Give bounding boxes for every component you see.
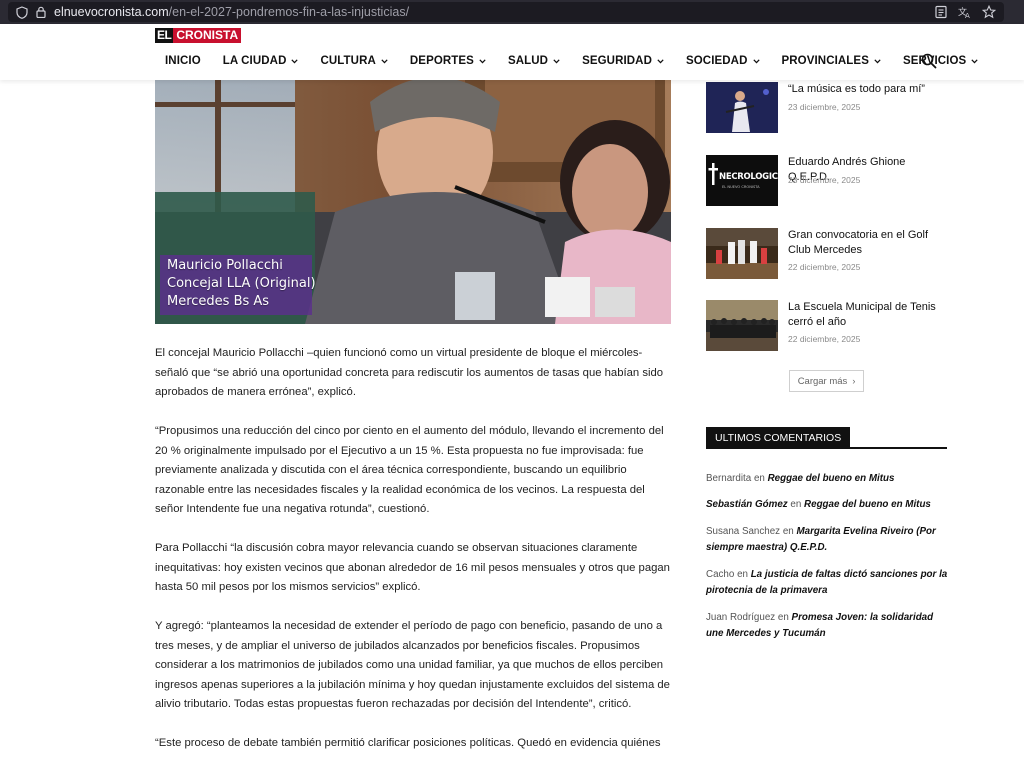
logo-prefix: EL — [155, 28, 174, 43]
comment-separator: en — [790, 499, 802, 510]
post-date: 23 diciembre, 2025 — [788, 102, 861, 112]
post-date: 23 diciembre, 2025 — [788, 175, 861, 185]
logo-main: CRONISTA — [173, 28, 242, 43]
hero-caption-line: Mauricio Pollacchi — [167, 258, 283, 273]
nav-item-label: SEGURIDAD — [582, 55, 652, 67]
article-paragraph: “Este proceso de debate también permitió… — [155, 737, 661, 749]
lock-icon[interactable] — [36, 6, 46, 18]
post-date: 22 diciembre, 2025 — [788, 262, 861, 272]
nav-item-deportes[interactable]: DEPORTES — [410, 55, 486, 67]
bookmark-star-icon[interactable] — [982, 5, 996, 19]
nav-item-label: CULTURA — [320, 55, 376, 67]
url-domain: elnuevocronista.com — [54, 5, 169, 19]
url-text: elnuevocronista.com/en-el-2027-pondremos… — [54, 5, 409, 19]
thumb-subcaption: EL NUEVO CRONISTA — [722, 185, 760, 189]
comment-item: Bernardita en Reggae del bueno en Mitus — [706, 471, 948, 487]
nav-item-salud[interactable]: SALUD — [508, 55, 560, 67]
nav-item-seguridad[interactable]: SEGURIDAD — [582, 55, 664, 67]
nav-item-sociedad[interactable]: SOCIEDAD — [686, 55, 760, 67]
nav-item-cultura[interactable]: CULTURA — [320, 55, 388, 67]
comment-item: Cacho en La justicia de faltas dictó san… — [706, 567, 948, 598]
comment-author: Juan Rodríguez — [706, 612, 776, 623]
post-title[interactable]: “La música es todo para mí” — [788, 82, 948, 97]
url-path: /en-el-2027-pondremos-fin-a-las-injustic… — [168, 5, 410, 19]
nav-item-label: SALUD — [507, 55, 549, 67]
comment-separator: en — [777, 612, 789, 623]
article-paragraph: “Propusimos una reducción del cinco por … — [155, 425, 664, 515]
post-thumbnail[interactable]: NECROLOGICAS EL NUEVO CRONISTA — [706, 155, 778, 206]
load-more-button[interactable]: Cargar más › — [789, 370, 864, 392]
thumb-music-image — [706, 82, 778, 133]
comment-item: Sebastián Gómez en Reggae del bueno en M… — [706, 497, 948, 513]
post-title[interactable]: Gran convocatoria en el Golf Club Merced… — [788, 228, 948, 258]
article-paragraph: El concejal Mauricio Pollacchi –quien fu… — [155, 347, 664, 398]
chevron-down-icon — [381, 58, 388, 63]
thumb-caption: NECROLOGICAS — [719, 172, 778, 182]
comment-author: Cacho — [706, 569, 735, 580]
chevron-down-icon — [752, 58, 760, 63]
chevron-down-icon — [874, 58, 881, 63]
browser-toolbar: elnuevocronista.com/en-el-2027-pondremos… — [0, 0, 1024, 24]
nav-item-label: SOCIEDAD — [685, 55, 748, 67]
comment-separator: en — [753, 473, 765, 484]
comments-heading-label: ULTIMOS COMENTARIOS — [706, 427, 851, 449]
chevron-down-icon — [479, 58, 486, 63]
search-icon[interactable] — [921, 53, 937, 69]
thumb-golf-image — [706, 228, 778, 279]
comment-separator: en — [782, 526, 794, 537]
post-thumbnail[interactable] — [706, 228, 778, 279]
article-body: El concejal Mauricio Pollacchi –quien fu… — [155, 344, 675, 773]
post-title[interactable]: La Escuela Municipal de Tenis cerró el a… — [788, 300, 948, 330]
nav-item-label: PROVINCIALES — [781, 55, 869, 67]
post-date: 22 diciembre, 2025 — [788, 334, 861, 344]
chevron-down-icon — [553, 58, 560, 63]
post-thumbnail[interactable] — [706, 82, 778, 133]
svg-text:A: A — [965, 12, 970, 19]
chevron-down-icon — [657, 58, 664, 63]
comment-item: Juan Rodríguez en Promesa Joven: la soli… — [706, 610, 948, 641]
chevron-down-icon — [971, 58, 978, 63]
thumb-tennis-image — [706, 300, 778, 351]
comment-post-link[interactable]: Reggae del bueno en Mitus — [804, 499, 931, 510]
comment-item: Susana Sanchez en Margarita Evelina Rive… — [706, 524, 948, 555]
comment-post-link[interactable]: Reggae del bueno en Mitus — [768, 473, 895, 484]
chevron-down-icon — [291, 58, 299, 63]
chevron-right-icon: › — [852, 376, 856, 386]
site-logo[interactable]: EL CRONISTA — [155, 28, 242, 43]
comment-separator: en — [737, 569, 748, 580]
nav-item-label: LA CIUDAD — [222, 55, 287, 67]
address-bar[interactable]: elnuevocronista.com/en-el-2027-pondremos… — [8, 2, 1004, 22]
nav-item-inicio[interactable]: INICIO — [165, 55, 201, 67]
nav-item-provinciales[interactable]: PROVINCIALES — [782, 55, 881, 67]
shield-icon[interactable] — [16, 5, 28, 19]
comment-author: Susana Sanchez — [706, 526, 781, 537]
article-paragraph: Para Pollacchi “la discusión cobra mayor… — [155, 542, 670, 593]
site-header: EL CRONISTA INICIO LA CIUDAD CULTURA DEPORT… — [0, 24, 1024, 80]
nav-item-servicios[interactable]: SERVICIOS — [903, 55, 978, 67]
reader-view-icon[interactable] — [934, 5, 948, 19]
hero-caption-line: Mercedes Bs As — [167, 294, 270, 309]
hero-caption-line: Concejal LLA (Original) — [167, 276, 316, 291]
nav-item-label: DEPORTES — [409, 55, 474, 67]
comment-author[interactable]: Sebastián Gómez — [706, 499, 788, 510]
comments-heading: ULTIMOS COMENTARIOS — [706, 427, 947, 449]
nav-item-la-ciudad[interactable]: LA CIUDAD — [223, 55, 299, 67]
load-more-label: Cargar más — [797, 375, 848, 387]
nav-item-label: INICIO — [165, 55, 201, 67]
article-paragraph: Y agregó: “planteamos la necesidad de ex… — [155, 620, 670, 710]
comment-author: Bernardita — [706, 473, 752, 484]
post-thumbnail[interactable] — [706, 300, 778, 351]
translate-icon[interactable]: 文A — [958, 5, 972, 19]
main-nav: INICIO LA CIUDAD CULTURA DEPORTES SALUD SEGUR… — [155, 52, 1000, 70]
